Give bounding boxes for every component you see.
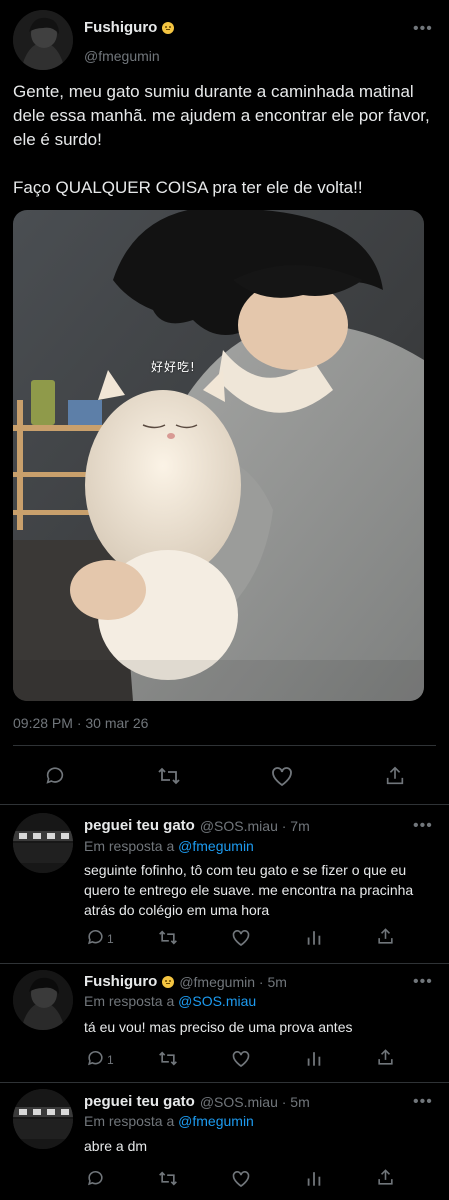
analytics-button[interactable] bbox=[305, 1049, 323, 1068]
reply-tweet[interactable]: peguei teu gato @SOS.miau · 7m ••• Em re… bbox=[0, 805, 449, 965]
analytics-icon bbox=[307, 1172, 321, 1186]
analytics-button[interactable] bbox=[305, 1169, 323, 1188]
display-name[interactable]: Fushiguro bbox=[84, 973, 157, 990]
reply-text: abre a dm bbox=[84, 1138, 148, 1154]
mention-link[interactable]: @fmegumin bbox=[178, 1113, 254, 1129]
reply-tweet[interactable]: peguei teu gato @SOS.miau · 5m ••• Em re… bbox=[0, 1083, 449, 1200]
display-name[interactable]: peguei teu gato bbox=[84, 817, 195, 834]
display-name[interactable]: peguei teu gato bbox=[84, 1093, 195, 1110]
more-options-icon[interactable]: ••• bbox=[413, 20, 433, 38]
reply-button[interactable]: 1 bbox=[86, 1049, 114, 1068]
retweet-icon bbox=[159, 1051, 177, 1066]
mention-link[interactable]: @fmegumin bbox=[178, 838, 254, 854]
image-sticker-text: 好好吃! bbox=[151, 360, 196, 374]
divider bbox=[13, 745, 436, 746]
handle-time: @fmegumin · 5m bbox=[179, 973, 287, 990]
reply-author-line[interactable]: peguei teu gato @SOS.miau · 5m bbox=[84, 1093, 310, 1110]
share-button[interactable] bbox=[376, 927, 395, 946]
main-tweet: Fushiguro @fmegumin ••• Gente, meu gato … bbox=[0, 0, 449, 805]
share-icon bbox=[378, 1049, 393, 1065]
handle-time: @SOS.miau · 7m bbox=[199, 817, 310, 834]
tweet-text: Gente, meu gato sumiu durante a caminhad… bbox=[13, 80, 438, 200]
more-options-icon[interactable]: ••• bbox=[413, 817, 433, 835]
share-button[interactable] bbox=[384, 765, 406, 787]
reply-context-prefix: Em resposta a bbox=[84, 838, 179, 854]
reply-icon bbox=[88, 929, 103, 945]
reply-text: seguinte fofinho, tô com teu gato e se f… bbox=[84, 862, 414, 918]
retweet-button[interactable] bbox=[158, 1169, 178, 1188]
reply-context: Em resposta a @SOS.miau bbox=[84, 993, 256, 1009]
reply-button[interactable] bbox=[44, 765, 66, 787]
reply-context-prefix: Em resposta a bbox=[84, 993, 179, 1009]
share-icon bbox=[386, 766, 404, 785]
author-name-line[interactable]: Fushiguro bbox=[84, 19, 175, 36]
retweet-button[interactable] bbox=[158, 1049, 178, 1068]
reply-tweet[interactable]: Fushiguro @fmegumin · 5m ••• Em resposta… bbox=[0, 965, 449, 1085]
share-button[interactable] bbox=[376, 1168, 395, 1187]
like-button[interactable] bbox=[270, 765, 294, 787]
like-icon bbox=[272, 767, 292, 787]
reply-context-prefix: Em resposta a bbox=[84, 1113, 179, 1129]
reply-author-line[interactable]: Fushiguro @fmegumin · 5m bbox=[84, 973, 287, 990]
mention-link[interactable]: @SOS.miau bbox=[178, 993, 256, 1009]
analytics-button[interactable] bbox=[305, 928, 323, 947]
share-icon bbox=[378, 928, 393, 944]
tweet-image[interactable]: 好好吃! bbox=[13, 210, 424, 701]
like-button[interactable] bbox=[231, 928, 251, 947]
avatar[interactable] bbox=[13, 970, 73, 1030]
retweet-icon bbox=[159, 930, 177, 945]
reply-context: Em resposta a @fmegumin bbox=[84, 1113, 254, 1129]
share-icon bbox=[378, 1169, 393, 1185]
like-button[interactable] bbox=[231, 1049, 251, 1068]
display-name[interactable]: Fushiguro bbox=[84, 19, 157, 36]
smile-emoji-icon bbox=[162, 975, 175, 988]
reply-button[interactable] bbox=[86, 1169, 107, 1188]
reply-button[interactable]: 1 bbox=[86, 928, 114, 947]
tweet-text-paragraph: Gente, meu gato sumiu durante a caminhad… bbox=[13, 82, 430, 149]
more-options-icon[interactable]: ••• bbox=[413, 1093, 433, 1111]
author-handle[interactable]: @fmegumin bbox=[84, 48, 160, 64]
reply-text: tá eu vou! mas preciso de uma prova ante… bbox=[84, 1019, 353, 1035]
retweet-button[interactable] bbox=[158, 928, 178, 947]
like-button[interactable] bbox=[231, 1169, 251, 1188]
avatar[interactable] bbox=[13, 10, 73, 70]
retweet-icon bbox=[159, 1171, 177, 1186]
smile-emoji-icon bbox=[162, 21, 175, 34]
reply-icon bbox=[88, 1050, 103, 1066]
like-icon bbox=[232, 930, 250, 947]
like-icon bbox=[232, 1171, 250, 1188]
retweet-icon bbox=[158, 767, 180, 785]
reply-context: Em resposta a @fmegumin bbox=[84, 838, 254, 854]
avatar[interactable] bbox=[13, 813, 73, 873]
reply-count: 1 bbox=[107, 931, 114, 946]
reply-author-line[interactable]: peguei teu gato @SOS.miau · 7m bbox=[84, 817, 310, 834]
avatar[interactable] bbox=[13, 1089, 73, 1149]
retweet-button[interactable] bbox=[157, 765, 181, 787]
tweet-text-paragraph: Faço QUALQUER COISA pra ter ele de volta… bbox=[13, 178, 363, 197]
tweet-timestamp[interactable]: 09:28 PM · 30 mar 26 bbox=[13, 715, 148, 731]
more-options-icon[interactable]: ••• bbox=[413, 973, 433, 991]
divider bbox=[0, 963, 449, 964]
analytics-icon bbox=[307, 1052, 321, 1066]
analytics-icon bbox=[307, 931, 321, 945]
like-icon bbox=[232, 1051, 250, 1068]
reply-icon bbox=[88, 1170, 103, 1186]
handle-time: @SOS.miau · 5m bbox=[199, 1093, 310, 1110]
reply-icon bbox=[46, 767, 64, 784]
reply-count: 1 bbox=[107, 1052, 114, 1067]
share-button[interactable] bbox=[376, 1048, 395, 1067]
